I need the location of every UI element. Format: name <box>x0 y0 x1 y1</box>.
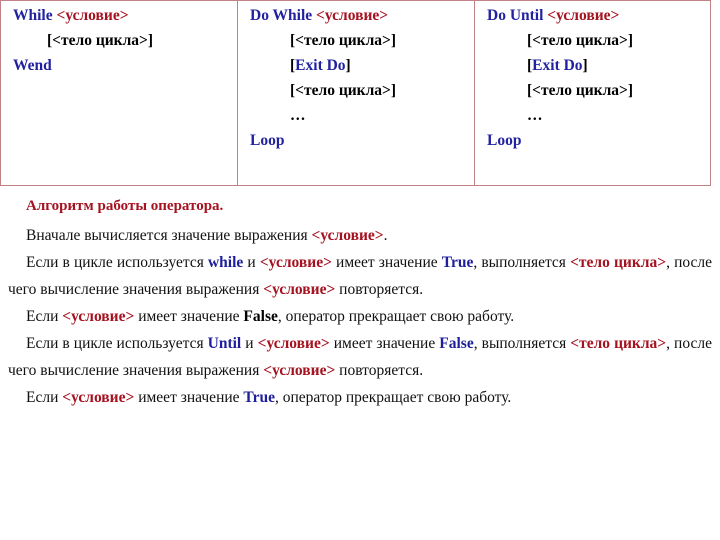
inline-token: <условие> <box>259 254 332 271</box>
code-token-blk: <тело цикла> <box>52 32 148 49</box>
code-token-blk: <тело цикла> <box>295 82 391 99</box>
section-heading: Алгоритм работы оператора. <box>26 198 224 214</box>
inline-token: <условие> <box>263 281 336 298</box>
code-token-brk: ] <box>390 32 397 49</box>
inline-token: Until <box>207 335 242 352</box>
inline-token: <тело цикла> <box>570 254 667 271</box>
code-line: Do While <условие> <box>238 3 474 28</box>
code-token-brk: ] <box>582 57 588 74</box>
inline-token: while <box>207 254 244 271</box>
inline-token: <условие> <box>62 389 135 406</box>
code-line: Loop <box>238 128 474 153</box>
algorithm-description: Алгоритм работы оператора. Вначале вычис… <box>8 190 712 411</box>
code-token-blk: <тело цикла> <box>295 32 391 49</box>
code-token-brk: ] <box>390 82 397 99</box>
paragraph-list: Вначале вычисляется значение выражения <… <box>8 222 712 411</box>
cell-while-wend: While <условие> [<тело цикла>] Wend <box>0 0 238 186</box>
paragraph-until-false-branch: Если в цикле используется Until и <услов… <box>8 335 712 379</box>
code-line: [<тело цикла>] <box>475 78 710 103</box>
code-line: [<тело цикла>] <box>475 28 710 53</box>
code-line: [<тело цикла>] <box>238 28 474 53</box>
loop-syntax-table: While <условие> [<тело цикла>] Wend Do Whi… <box>0 0 711 186</box>
inline-token: True <box>441 254 474 271</box>
code-line: [Exit Do] <box>238 53 474 78</box>
code-token-kw: Do Until <box>487 7 548 24</box>
inline-token: False <box>243 308 278 325</box>
code-token-kw: Wend <box>13 57 52 74</box>
code-token-blk: <тело цикла> <box>532 32 628 49</box>
code-line: Do Until <условие> <box>475 3 710 28</box>
code-line: Wend <box>1 53 237 78</box>
code-token-brk: ] <box>627 82 634 99</box>
cell-do-until-loop: Do Until <условие> [<тело цикла>] [Exit Do… <box>474 0 711 186</box>
paragraph-intro: Вначале вычисляется значение выражения <… <box>26 227 388 244</box>
code-line: … <box>475 103 710 128</box>
code-token-brk: ] <box>627 32 634 49</box>
code-token-brk: ] <box>345 57 351 74</box>
code-line: [<тело цикла>] <box>238 78 474 103</box>
code-token-kw: Exit Do <box>295 57 346 74</box>
paragraph-while-false-branch: Если <условие> имеет значение False, опе… <box>26 308 515 325</box>
inline-token: <условие> <box>311 227 384 244</box>
code-token-blk: … <box>290 107 307 124</box>
inline-token: False <box>439 335 474 352</box>
inline-token: <условие> <box>62 308 135 325</box>
paragraph-while-true-branch: Если в цикле используется while и <услов… <box>8 254 712 298</box>
code-block-do-while-loop: Do While <условие> [<тело цикла>] [Exit Do… <box>238 3 474 153</box>
code-line: While <условие> <box>1 3 237 28</box>
code-token-blk: … <box>527 107 544 124</box>
inline-token: True <box>243 389 275 406</box>
table-row: While <условие> [<тело цикла>] Wend Do Whi… <box>0 0 711 186</box>
code-token-kw: Exit Do <box>532 57 583 74</box>
code-block-do-until-loop: Do Until <условие> [<тело цикла>] [Exit Do… <box>475 3 710 153</box>
code-line: … <box>238 103 474 128</box>
code-line: Loop <box>475 128 710 153</box>
code-token-cond: <условие> <box>316 7 389 24</box>
inline-token: <условие> <box>263 362 336 379</box>
code-line: [Exit Do] <box>475 53 710 78</box>
code-line: [<тело цикла>] <box>1 28 237 53</box>
code-block-while-wend: While <условие> [<тело цикла>] Wend <box>1 3 237 78</box>
slide-page: While <условие> [<тело цикла>] Wend Do Whi… <box>0 0 720 540</box>
code-token-kw: Loop <box>250 132 285 149</box>
code-token-kw: Do While <box>250 7 317 24</box>
paragraph-until-true-branch: Если <условие> имеет значение True, опер… <box>26 389 512 406</box>
code-token-kw: Loop <box>487 132 522 149</box>
code-token-cond: <условие> <box>56 7 129 24</box>
code-token-cond: <условие> <box>547 7 620 24</box>
inline-token: <условие> <box>257 335 330 352</box>
inline-token: <тело цикла> <box>570 335 667 352</box>
code-token-kw: While <box>13 7 57 24</box>
code-token-brk: ] <box>147 32 154 49</box>
cell-do-while-loop: Do While <условие> [<тело цикла>] [Exit Do… <box>237 0 475 186</box>
code-token-blk: <тело цикла> <box>532 82 628 99</box>
